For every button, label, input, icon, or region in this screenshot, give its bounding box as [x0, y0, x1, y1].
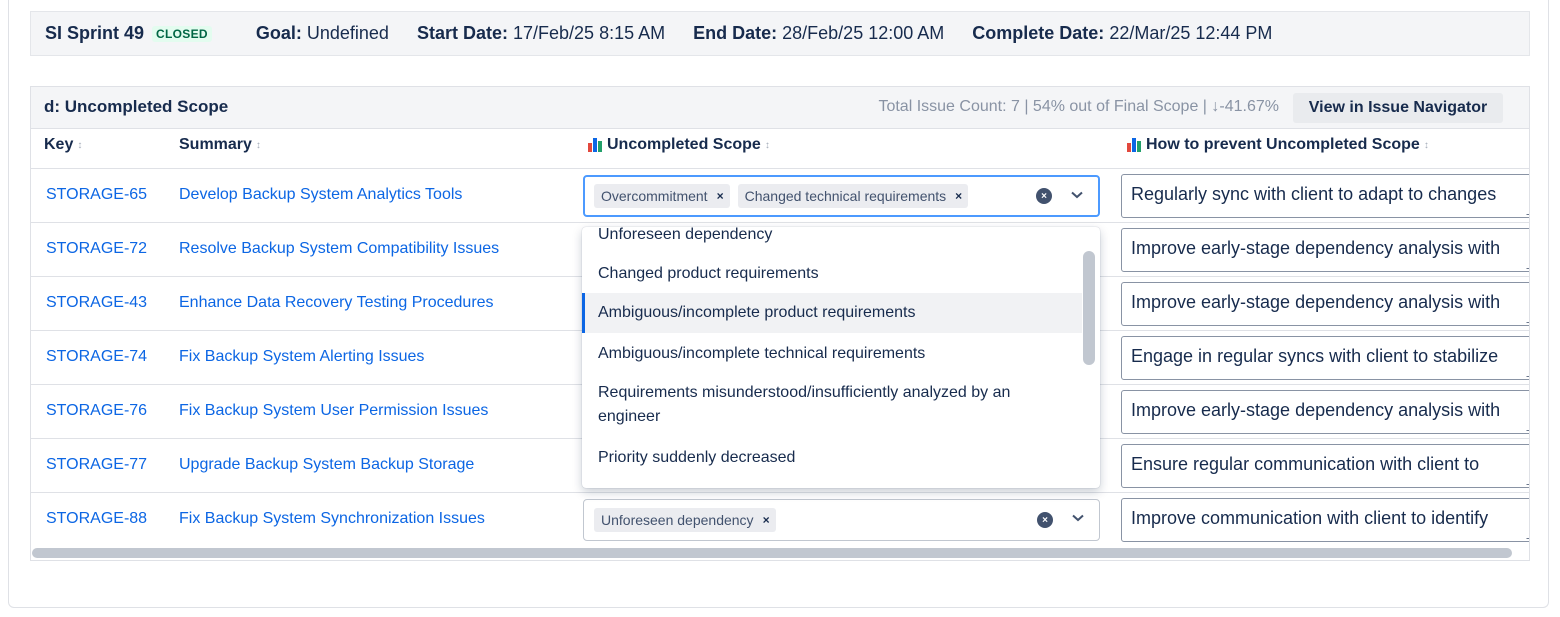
selected-tag: Overcommitment ×	[594, 184, 730, 208]
issue-summary-link[interactable]: Fix Backup System User Permission Issues	[179, 402, 488, 420]
resize-handle-icon[interactable]	[1526, 477, 1529, 485]
selected-tag: Unforeseen dependency ×	[594, 508, 776, 532]
dropdown-scrollbar[interactable]	[1083, 227, 1098, 488]
dropdown-option-highlighted[interactable]: Ambiguous/incomplete product requirement…	[582, 293, 1082, 333]
status-badge: CLOSED	[152, 25, 212, 42]
table-row: STORAGE-65 Develop Backup System Analyti…	[31, 169, 1529, 223]
sprint-complete-date: Complete Date: 22/Mar/25 12:44 PM	[972, 23, 1273, 43]
issue-summary-link[interactable]: Fix Backup System Alerting Issues	[179, 348, 424, 366]
sprint-goal: Goal: Undefined	[255, 23, 389, 43]
dropdown-option[interactable]: Priority suddenly decreased	[582, 441, 1082, 475]
uncompleted-scope-select[interactable]: Unforeseen dependency × ×	[583, 499, 1100, 541]
bar-chart-icon	[1127, 138, 1142, 152]
issue-summary-link[interactable]: Enhance Data Recovery Testing Procedures	[179, 294, 494, 312]
bar-chart-icon	[588, 138, 603, 152]
resize-handle-icon[interactable]	[1526, 369, 1529, 377]
prevent-textarea[interactable]: Improve early-stage dependency analysis …	[1121, 390, 1529, 434]
issue-key-link[interactable]: STORAGE-76	[46, 402, 147, 420]
remove-tag-icon[interactable]: ×	[763, 513, 770, 527]
scope-title: d: Uncompleted Scope	[44, 97, 229, 116]
sprint-end-date: End Date: 28/Feb/25 12:00 AM	[693, 23, 945, 43]
resize-handle-icon[interactable]	[1526, 531, 1529, 539]
prevent-textarea[interactable]: Improve early-stage dependency analysis …	[1121, 282, 1529, 326]
issue-summary-link[interactable]: Resolve Backup System Compatibility Issu…	[179, 240, 499, 258]
selected-tag: Changed technical requirements ×	[737, 184, 969, 208]
uncompleted-scope-select[interactable]: Overcommitment × Changed technical requir…	[583, 175, 1100, 217]
prevent-textarea[interactable]: Regularly sync with client to adapt to c…	[1121, 174, 1529, 218]
remove-tag-icon[interactable]: ×	[955, 189, 962, 203]
prevent-textarea[interactable]: Improve early-stage dependency analysis …	[1121, 228, 1529, 272]
prevent-textarea[interactable]: Improve communication with client to ide…	[1121, 498, 1529, 542]
column-header-key[interactable]: Key ↕	[44, 136, 82, 154]
resize-handle-icon[interactable]	[1526, 207, 1529, 215]
scope-title-bar: d: Uncompleted Scope Total Issue Count: …	[31, 87, 1529, 129]
resize-handle-icon[interactable]	[1526, 261, 1529, 269]
issue-key-link[interactable]: STORAGE-72	[46, 240, 147, 258]
chevron-down-icon[interactable]	[1071, 511, 1085, 525]
sort-icon: ↕	[764, 139, 770, 151]
issue-key-link[interactable]: STORAGE-43	[46, 294, 147, 312]
issue-key-link[interactable]: STORAGE-88	[46, 510, 147, 528]
dropdown-option[interactable]: Unforeseen dependency	[582, 227, 1082, 247]
chevron-down-icon[interactable]	[1070, 188, 1084, 202]
issue-key-link[interactable]: STORAGE-77	[46, 456, 147, 474]
uncompleted-scope-dropdown: Unforeseen dependency Changed product re…	[582, 227, 1100, 488]
prevent-textarea[interactable]: Engage in regular syncs with client to s…	[1121, 336, 1529, 380]
column-header-summary[interactable]: Summary ↕	[179, 136, 261, 154]
dropdown-scrollbar-thumb[interactable]	[1083, 251, 1095, 365]
issue-summary-link[interactable]: Upgrade Backup System Backup Storage	[179, 456, 474, 474]
resize-handle-icon[interactable]	[1526, 315, 1529, 323]
sort-icon: ↕	[255, 139, 261, 151]
sprint-header: SI Sprint 49 CLOSED Goal: Undefined Star…	[30, 11, 1530, 56]
sort-icon: ↕	[1423, 139, 1429, 151]
dropdown-option[interactable]: Requirements misunderstood/insufficientl…	[582, 377, 1082, 433]
sort-icon: ↕	[77, 139, 83, 151]
view-in-issue-navigator-button[interactable]: View in Issue Navigator	[1293, 93, 1503, 123]
column-header-how-to-prevent[interactable]: How to prevent Uncompleted Scope ↕	[1127, 136, 1429, 154]
issue-key-link[interactable]: STORAGE-74	[46, 348, 147, 366]
remove-tag-icon[interactable]: ×	[717, 189, 724, 203]
horizontal-scrollbar[interactable]	[32, 548, 1512, 558]
table-row: STORAGE-88 Fix Backup System Synchroniza…	[31, 493, 1529, 547]
sprint-start-date: Start Date: 17/Feb/25 8:15 AM	[416, 23, 666, 43]
column-header-uncompleted-scope[interactable]: Uncompleted Scope ↕	[588, 136, 770, 154]
prevent-textarea[interactable]: Ensure regular communication with client…	[1121, 444, 1529, 488]
clear-icon[interactable]: ×	[1036, 188, 1052, 204]
sprint-name: SI Sprint 49	[45, 23, 145, 43]
issue-summary-link[interactable]: Fix Backup System Synchronization Issues	[179, 510, 485, 528]
issue-key-link[interactable]: STORAGE-65	[46, 186, 147, 204]
dropdown-option[interactable]: Changed product requirements	[582, 257, 1082, 291]
scope-stats: Total Issue Count: 7 | 54% out of Final …	[878, 98, 1279, 115]
issue-summary-link[interactable]: Develop Backup System Analytics Tools	[179, 186, 462, 204]
clear-icon[interactable]: ×	[1037, 512, 1053, 528]
dropdown-option[interactable]: Ambiguous/incomplete technical requireme…	[582, 337, 1082, 371]
resize-handle-icon[interactable]	[1526, 423, 1529, 431]
